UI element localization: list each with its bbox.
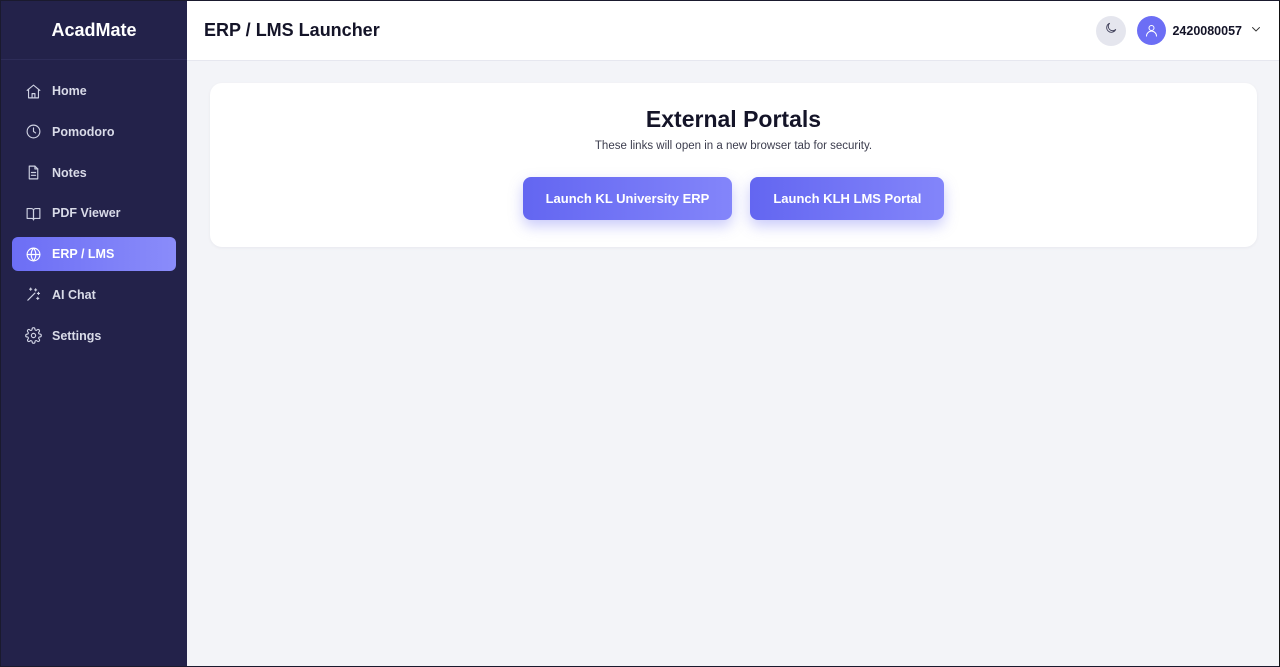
- user-menu[interactable]: 2420080057: [1137, 16, 1262, 45]
- clock-icon: [24, 123, 42, 141]
- sparkles-icon: [24, 286, 42, 304]
- app-window: AcadMate Home Pomodoro Notes PDF Viewer …: [0, 0, 1280, 667]
- page-title: ERP / LMS Launcher: [204, 20, 380, 40]
- app-logo[interactable]: AcadMate: [1, 1, 187, 60]
- sidebar-item-home[interactable]: Home: [12, 74, 176, 108]
- sidebar-item-erp-lms[interactable]: ERP / LMS: [12, 237, 176, 272]
- globe-icon: [24, 245, 42, 263]
- avatar: [1137, 16, 1167, 45]
- sidebar-item-label: Pomodoro: [52, 124, 115, 139]
- theme-toggle-button[interactable]: [1096, 15, 1127, 46]
- home-icon: [24, 82, 42, 100]
- sidebar-nav: Home Pomodoro Notes PDF Viewer ERP / LMS…: [1, 60, 187, 360]
- sidebar-item-label: PDF Viewer: [52, 206, 121, 221]
- card-subtitle: These links will open in a new browser t…: [594, 140, 873, 152]
- book-open-icon: [24, 204, 42, 222]
- sidebar-item-label: Settings: [52, 328, 102, 343]
- top-bar: ERP / LMS Launcher 2420080057: [187, 1, 1279, 61]
- sidebar: AcadMate Home Pomodoro Notes PDF Viewer …: [1, 1, 187, 666]
- portals-card: External Portals These links will open i…: [210, 83, 1257, 247]
- main-area: ERP / LMS Launcher 2420080057 External P…: [187, 1, 1279, 666]
- sidebar-item-pomodoro[interactable]: Pomodoro: [12, 115, 176, 149]
- sidebar-item-label: Notes: [52, 165, 87, 180]
- moon-icon: [1104, 21, 1118, 40]
- document-icon: [24, 164, 42, 182]
- user-id: 2420080057: [1172, 23, 1242, 38]
- gear-icon: [24, 327, 42, 345]
- sidebar-item-label: Home: [52, 84, 87, 98]
- chevron-down-icon: [1250, 22, 1262, 40]
- sidebar-item-label: ERP / LMS: [52, 247, 115, 262]
- sidebar-item-settings[interactable]: Settings: [12, 319, 176, 353]
- sidebar-item-pdf-viewer[interactable]: PDF Viewer: [12, 196, 176, 230]
- launch-kl-erp-button[interactable]: Launch KL University ERP: [522, 177, 733, 220]
- card-title: External Portals: [645, 106, 822, 132]
- launch-buttons: Launch KL University ERP Launch KLH LMS …: [522, 177, 945, 220]
- top-bar-actions: 2420080057: [1096, 15, 1262, 46]
- sidebar-item-ai-chat[interactable]: AI Chat: [12, 278, 176, 312]
- content-area: External Portals These links will open i…: [187, 61, 1279, 247]
- sidebar-item-notes[interactable]: Notes: [12, 156, 176, 190]
- launch-klh-lms-button[interactable]: Launch KLH LMS Portal: [750, 177, 945, 220]
- sidebar-item-label: AI Chat: [52, 287, 96, 302]
